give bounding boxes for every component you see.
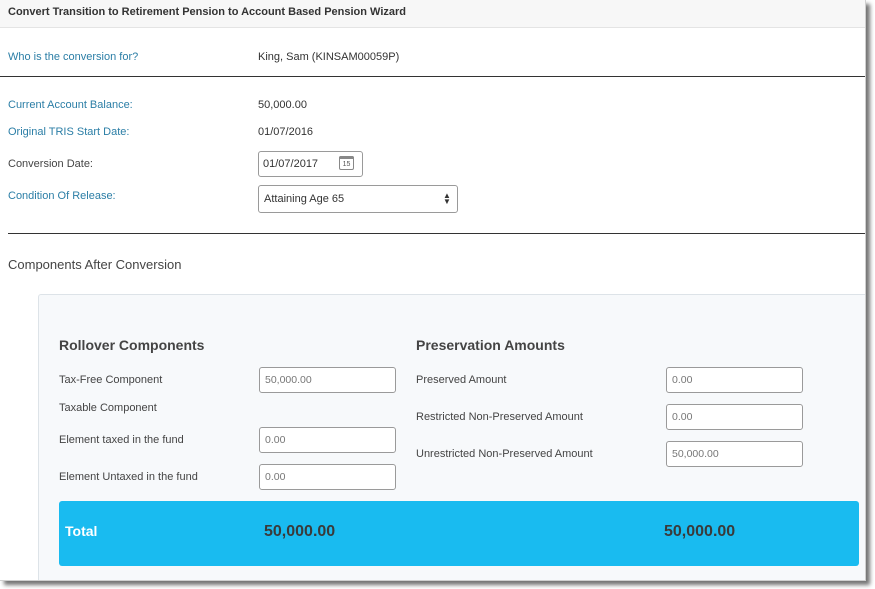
- total-bar: Total 50,000.00 50,000.00: [59, 501, 859, 566]
- preservation-title: Preservation Amounts: [416, 337, 565, 353]
- rollover-title: Rollover Components: [59, 337, 205, 353]
- untaxed-label: Element Untaxed in the fund: [59, 471, 198, 483]
- restricted-input[interactable]: 0.00: [666, 404, 803, 430]
- window-title: Convert Transition to Retirement Pension…: [0, 0, 865, 28]
- balance-label: Current Account Balance:: [8, 99, 133, 111]
- conversion-date-value: 01/07/2017: [263, 158, 319, 170]
- calendar-icon[interactable]: 15: [339, 156, 354, 170]
- conversion-date-input[interactable]: 01/07/2017 15: [258, 151, 363, 177]
- who-label: Who is the conversion for?: [8, 51, 139, 63]
- tax-free-input[interactable]: 50,000.00: [259, 367, 396, 393]
- restricted-label: Restricted Non-Preserved Amount: [416, 411, 583, 423]
- unrestricted-label: Unrestricted Non-Preserved Amount: [416, 448, 593, 460]
- components-heading: Components After Conversion: [8, 257, 182, 272]
- who-value: King, Sam (KINSAM00059P): [258, 51, 400, 63]
- total-label: Total: [65, 523, 98, 539]
- taxed-input[interactable]: 0.00: [259, 427, 396, 453]
- taxable-label: Taxable Component: [59, 402, 157, 414]
- condition-label: Condition Of Release:: [8, 190, 116, 202]
- tax-free-label: Tax-Free Component: [59, 374, 163, 386]
- rollover-total-value: 50,000.00: [264, 523, 336, 540]
- tris-start-value: 01/07/2016: [258, 126, 314, 138]
- preservation-total-value: 50,000.00: [664, 523, 736, 540]
- preserved-label: Preserved Amount: [416, 374, 507, 386]
- condition-select[interactable]: Attaining Age 65 ▲ ▼: [258, 185, 458, 213]
- taxed-label: Element taxed in the fund: [59, 434, 184, 446]
- untaxed-input[interactable]: 0.00: [259, 464, 396, 490]
- tris-start-label: Original TRIS Start Date:: [8, 126, 130, 138]
- condition-selected-value: Attaining Age 65: [264, 193, 345, 205]
- calendar-icon-day: 15: [342, 161, 351, 168]
- preserved-input[interactable]: 0.00: [666, 367, 803, 393]
- wizard-window: Convert Transition to Retirement Pension…: [0, 0, 866, 581]
- divider-middle: [8, 233, 865, 234]
- conversion-date-label: Conversion Date:: [8, 158, 93, 170]
- divider-top: [0, 76, 865, 77]
- unrestricted-input[interactable]: 50,000.00: [666, 441, 803, 467]
- select-arrows-icon: ▲ ▼: [443, 191, 451, 206]
- balance-value: 50,000.00: [258, 99, 307, 111]
